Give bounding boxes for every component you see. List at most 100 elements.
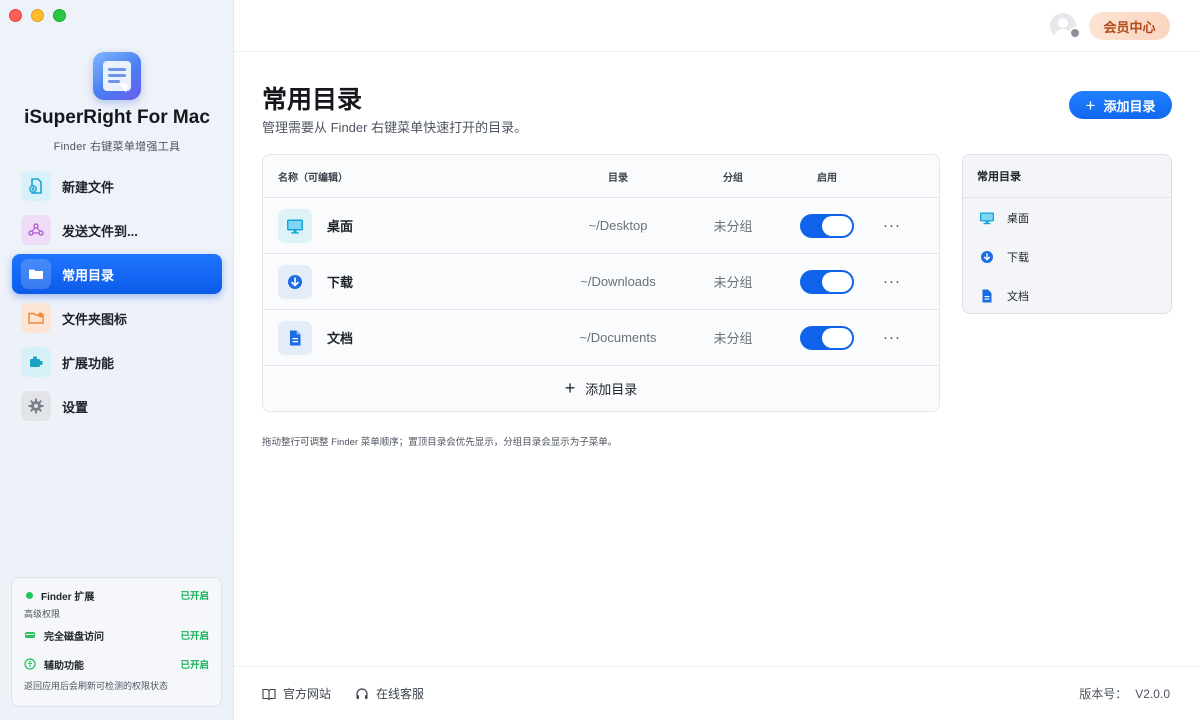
version-number: V2.0.0 <box>1135 687 1170 701</box>
row-name[interactable]: 桌面 <box>327 216 353 235</box>
download-icon <box>278 264 312 299</box>
sidebar-item-common-dirs[interactable]: 常用目录 <box>12 254 222 294</box>
online-support-link[interactable]: 在线客服 <box>355 685 424 702</box>
preview-title: 常用目录 <box>963 155 1171 198</box>
row-dir: ~/Documents <box>579 330 657 345</box>
status-dot-icon <box>26 591 33 599</box>
permission-disk-access: 完全磁盘访问 已开启 <box>24 628 209 643</box>
send-file-icon <box>21 215 51 245</box>
advanced-permissions-label: 高级权限 <box>24 609 61 619</box>
enable-toggle[interactable] <box>800 325 854 350</box>
main-content: 会员中心 常用目录 管理需要从 Finder 右键菜单快速打开的目录。 + 添加… <box>234 0 1200 720</box>
website-label: 官方网站 <box>283 687 332 701</box>
sidebar-item-extensions[interactable]: 扩展功能 <box>12 342 222 382</box>
minimize-window-button[interactable] <box>31 9 44 22</box>
document-icon <box>278 320 312 355</box>
preview-item-desktop: 桌面 <box>963 198 1171 237</box>
header-enabled: 启用 <box>817 172 837 184</box>
preview-item-documents: 文档 <box>963 276 1171 313</box>
enable-toggle[interactable] <box>800 213 854 238</box>
folder-image-icon <box>21 303 51 333</box>
table-row[interactable]: 桌面 ~/Desktop 未分组 ··· <box>263 198 939 254</box>
permission-label: Finder 扩展 <box>41 591 95 603</box>
member-center-button[interactable]: 会员中心 <box>1089 12 1170 40</box>
table-header: 名称（可编辑） 目录 分组 启用 <box>263 155 939 198</box>
table-row[interactable]: 文档 ~/Documents 未分组 ··· <box>263 310 939 366</box>
menu-preview-panel: 常用目录 桌面 下载 文档 <box>962 154 1172 314</box>
table-row[interactable]: 下载 ~/Downloads 未分组 ··· <box>263 254 939 310</box>
row-group[interactable]: 未分组 <box>679 216 787 235</box>
preview-item-label: 文档 <box>1007 290 1029 303</box>
page-title: 常用目录 <box>262 86 363 114</box>
directory-table: 名称（可编辑） 目录 分组 启用 桌面 ~/Desktop 未分组 ··· 下载… <box>262 154 940 412</box>
app-subtitle: Finder 右键菜单增强工具 <box>53 141 181 153</box>
preview-item-downloads: 下载 <box>963 237 1171 276</box>
sidebar-nav: 新建文件 发送文件到... 常用目录 文件夹图标 扩展功能 设置 <box>12 166 222 430</box>
status-badge: 已开启 <box>180 591 209 602</box>
sidebar-item-label: 扩展功能 <box>62 355 115 371</box>
sidebar-item-label: 新建文件 <box>62 179 115 195</box>
row-dir: ~/Downloads <box>580 274 656 289</box>
avatar-badge-icon <box>1069 27 1081 39</box>
window-controls <box>9 9 66 22</box>
sidebar-item-label: 设置 <box>62 399 89 415</box>
status-badge: 已开启 <box>180 631 209 642</box>
sidebar-item-new-file[interactable]: 新建文件 <box>12 166 222 206</box>
accessibility-icon <box>24 658 36 670</box>
sidebar-item-settings[interactable]: 设置 <box>12 386 222 426</box>
document-icon <box>979 288 995 304</box>
row-group[interactable]: 未分组 <box>679 272 787 291</box>
download-icon <box>979 249 995 265</box>
row-group[interactable]: 未分组 <box>679 328 787 347</box>
add-row-label: 添加目录 <box>585 381 638 397</box>
support-label: 在线客服 <box>376 687 425 701</box>
gear-icon <box>21 391 51 421</box>
permission-label: 完全磁盘访问 <box>44 631 104 643</box>
desktop-icon <box>278 208 312 243</box>
row-dir: ~/Desktop <box>588 218 648 233</box>
more-options-icon[interactable]: ··· <box>867 217 917 234</box>
version-label: 版本号： <box>1079 687 1128 701</box>
new-file-icon <box>21 171 51 201</box>
app-name: iSuperRight For Mac <box>24 107 210 128</box>
sidebar-item-label: 文件夹图标 <box>62 311 128 327</box>
header-dir: 目录 <box>608 172 628 184</box>
enable-toggle[interactable] <box>800 269 854 294</box>
hint-text: 拖动整行可调整 Finder 菜单顺序；置顶目录会优先显示，分组目录会显示为子菜… <box>262 437 618 448</box>
row-name[interactable]: 文档 <box>327 328 353 347</box>
topbar: 会员中心 <box>234 0 1200 52</box>
desktop-icon <box>979 210 995 226</box>
sidebar-item-folder-icons[interactable]: 文件夹图标 <box>12 298 222 338</box>
permission-label: 辅助功能 <box>44 660 84 672</box>
zoom-window-button[interactable] <box>53 9 66 22</box>
app-window: iSuperRight For Mac Finder 右键菜单增强工具 新建文件… <box>0 0 1200 720</box>
close-window-button[interactable] <box>9 9 22 22</box>
status-badge: 已开启 <box>180 660 209 671</box>
more-options-icon[interactable]: ··· <box>867 273 917 290</box>
permission-panel: Finder 扩展 已开启 高级权限 完全磁盘访问 已开启 辅助功能 已开启 返… <box>11 577 222 707</box>
add-directory-row[interactable]: + 添加目录 <box>263 366 939 410</box>
permission-finder-extension: Finder 扩展 已开启 <box>24 588 209 603</box>
official-website-link[interactable]: 官方网站 <box>262 685 331 702</box>
version-info: 版本号： V2.0.0 <box>1079 685 1170 702</box>
preview-item-label: 下载 <box>1007 251 1029 264</box>
row-name[interactable]: 下载 <box>327 272 353 291</box>
permission-accessibility: 辅助功能 已开启 <box>24 657 209 672</box>
permission-note: 返回应用后会刷新可检测的权限状态 <box>24 681 169 691</box>
sidebar-item-send-file[interactable]: 发送文件到... <box>12 210 222 250</box>
header-name: 名称（可编辑） <box>278 172 348 184</box>
book-icon <box>262 687 276 701</box>
header-group: 分组 <box>723 172 743 184</box>
add-directory-button[interactable]: + 添加目录 <box>1069 91 1172 119</box>
folder-icon <box>21 259 51 289</box>
sidebar-item-label: 常用目录 <box>62 267 115 283</box>
headset-icon <box>355 687 369 701</box>
preview-item-label: 桌面 <box>1007 212 1029 225</box>
plus-icon: + <box>564 377 576 398</box>
add-directory-label: 添加目录 <box>1103 98 1156 114</box>
app-logo-icon <box>93 52 141 100</box>
plus-icon: + <box>1085 95 1096 115</box>
page-description: 管理需要从 Finder 右键菜单快速打开的目录。 <box>262 120 528 135</box>
more-options-icon[interactable]: ··· <box>867 329 917 346</box>
footer: 官方网站 在线客服 版本号： V2.0.0 <box>234 666 1200 720</box>
